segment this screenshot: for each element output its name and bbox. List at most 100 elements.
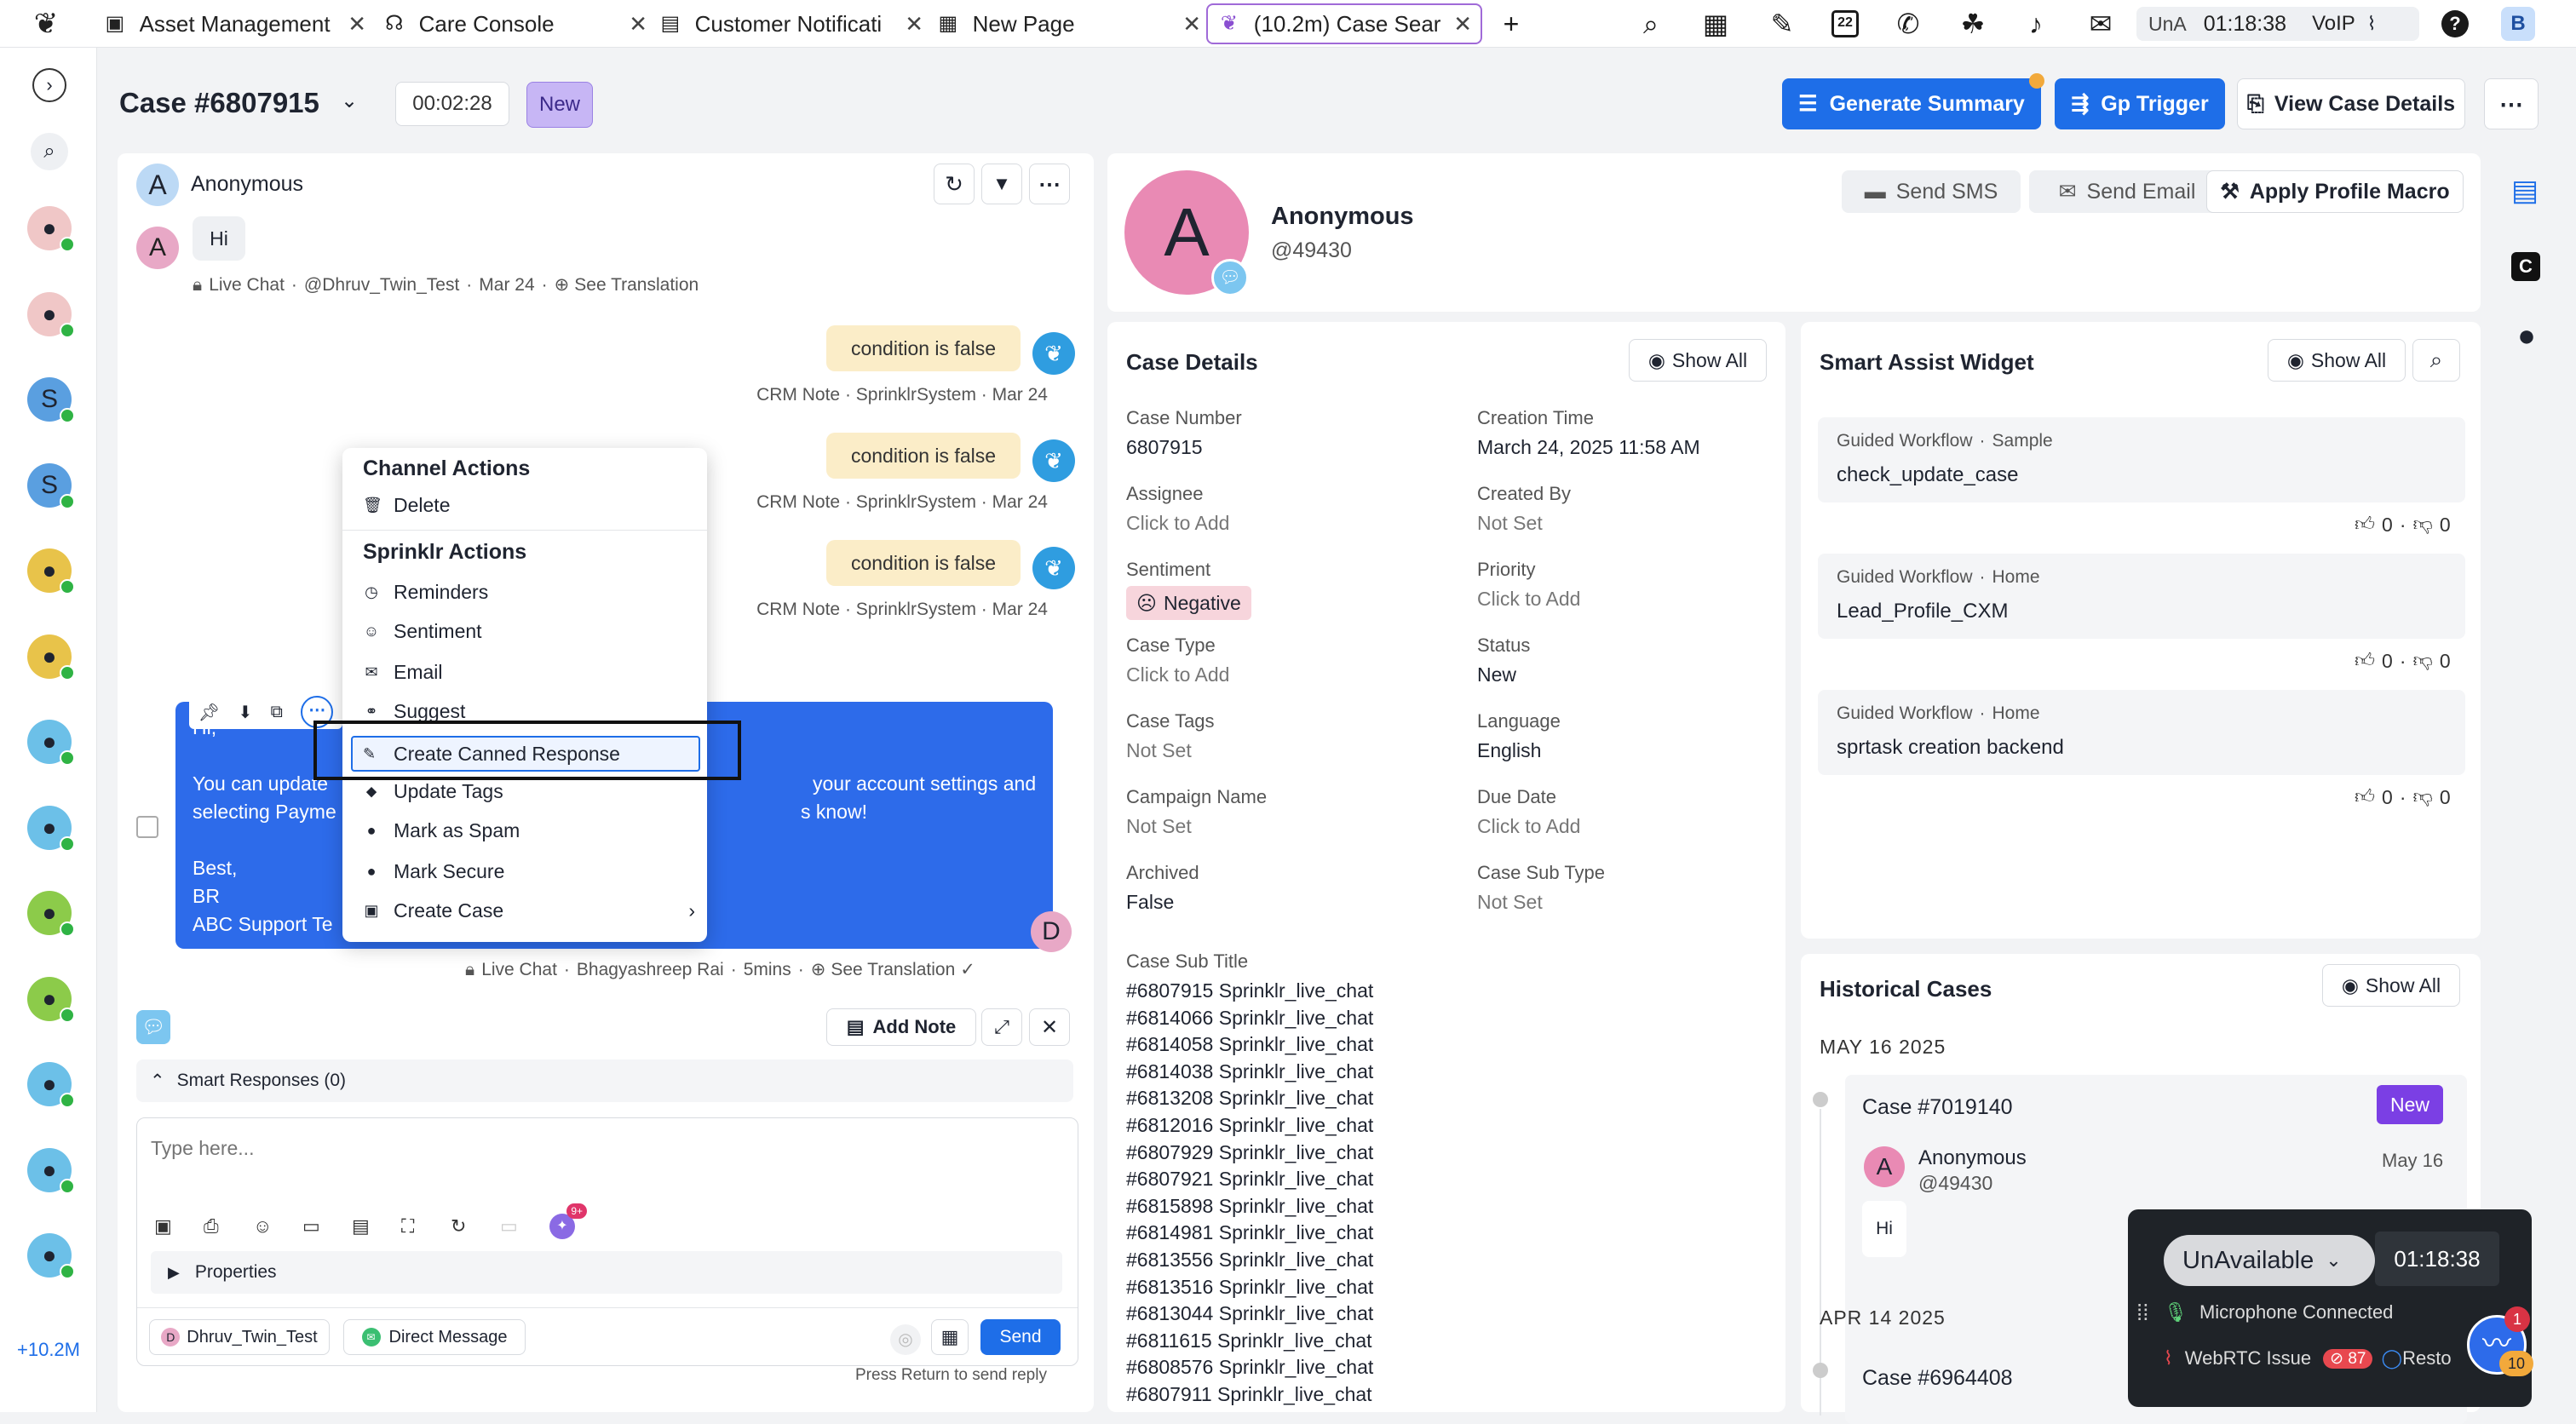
rail-avatar[interactable]: ● [27,976,75,1023]
pin-icon[interactable]: 📌︎ [198,702,220,723]
close-icon[interactable]: ✕ [1029,1008,1070,1046]
person-icon[interactable]: ● [2510,319,2544,353]
rail-count[interactable]: +10.2M [0,1339,97,1361]
user-avatar[interactable]: B [2501,7,2535,41]
gp-trigger-button[interactable]: ⇶ Gp Trigger [2055,78,2225,129]
see-translation-link[interactable]: See Translation [574,275,699,296]
attachment-icon[interactable]: ⎙ [204,1215,253,1237]
status-pill[interactable]: UnA 01:18:38 VoIP ⌇ [2136,7,2419,41]
tab-asset-management[interactable]: ▣ Asset Management ✕ [102,3,366,44]
expand-icon[interactable]: ⤢ [981,1008,1022,1046]
archive-icon[interactable]: ⬇ [238,702,252,723]
field-value[interactable]: Not Set [1477,512,1543,535]
tab-customer-notification[interactable]: ▤ Customer Notificati ✕ [658,3,923,44]
chat-widget-icon[interactable]: ▤ [2506,174,2544,211]
contact-card-icon[interactable]: C [2511,252,2540,281]
chat-bot-icon[interactable]: 💬︎ [136,1010,170,1044]
close-icon[interactable]: ✕ [348,11,366,37]
guided-workflow-card[interactable]: Guided Workflow · Home Lead_Profile_CXM [1818,554,2465,639]
menu-item-reminders[interactable]: ◷ Reminders [363,581,488,604]
field-value[interactable]: Not Set [1126,739,1192,762]
refresh-button[interactable]: ↻ [934,164,975,204]
menu-item-mark-as-spam[interactable]: ● Mark as Spam [363,819,520,842]
field-value[interactable]: Click to Add [1126,663,1229,686]
bell-icon[interactable]: ♪ [2019,7,2053,41]
copy-icon[interactable]: ⧉ [271,703,283,722]
more-options-button[interactable]: ⋯ [1029,164,1070,204]
drag-handle-icon[interactable]: ⁞⁞ [2136,1300,2148,1326]
thumbs-down-icon[interactable]: 👎︎ [2413,513,2433,537]
historical-show-all-button[interactable]: ◉ Show All [2322,964,2460,1007]
sentiment-badge[interactable]: ☹ Negative [1126,586,1251,620]
search-button[interactable]: ⌕ [2412,339,2460,382]
tab-case-search[interactable]: ❦ (10.2m) Case Sear ✕ [1206,3,1482,44]
ai-assist-icon[interactable]: ✦ 9+ [549,1203,587,1239]
availability-dropdown[interactable]: UnAvailable ⌄ [2164,1235,2375,1286]
rail-avatar[interactable]: S [27,462,75,509]
reply-input[interactable] [151,1128,1054,1168]
gif-icon[interactable]: ▭ [302,1215,352,1237]
messenger-icon[interactable]: ✉ [2084,7,2118,41]
rail-avatar[interactable]: ● [27,805,75,852]
menu-item-delete[interactable]: 🗑︎ Delete [363,494,450,517]
tab-new-page[interactable]: ▦ New Page ✕ [935,3,1201,44]
rail-avatar[interactable]: ● [27,548,75,594]
filter-button[interactable]: ▼ [981,164,1022,204]
search-icon[interactable]: ⌕ [1634,7,1668,41]
rail-avatar[interactable]: ● [27,891,75,937]
sprinklr-logo[interactable]: ❦ [26,7,66,41]
menu-item-mark-secure[interactable]: ● Mark Secure [363,860,505,883]
thumbs-up-icon[interactable]: 👍︎ [2355,649,2375,673]
thumbs-down-icon[interactable]: 👎︎ [2413,649,2433,673]
field-value[interactable]: Click to Add [1477,588,1580,611]
tab-care-console[interactable]: ☊ Care Console ✕ [382,3,647,44]
send-sms-button[interactable]: ▬ Send SMS [1842,170,2021,213]
send-email-button[interactable]: ✉ Send Email [2029,170,2225,213]
emoji-icon[interactable]: ☺ [253,1215,302,1237]
generate-summary-button[interactable]: ☰ Generate Summary [1782,78,2041,129]
rail-avatar[interactable]: ● [27,1147,75,1194]
rail-avatar[interactable]: ● [27,206,75,252]
field-value[interactable]: Click to Add [1477,815,1580,838]
close-icon[interactable]: ✕ [1453,11,1472,37]
thumbs-up-icon[interactable]: 👍︎ [2355,513,2375,537]
account-selector[interactable]: D Dhruv_Twin_Test [149,1319,330,1355]
refresh-icon[interactable]: ↻ [451,1215,500,1237]
thumbs-down-icon[interactable]: 👎︎ [2413,785,2433,809]
field-value[interactable]: Not Set [1126,815,1192,838]
select-checkbox[interactable] [136,816,158,838]
view-case-details-button[interactable]: ⎘ View Case Details [2237,78,2465,129]
add-tab-icon[interactable]: + [1494,7,1528,41]
apply-profile-macro-button[interactable]: ⚒ Apply Profile Macro [2206,170,2464,213]
compose-icon[interactable]: ✎ [1765,7,1799,41]
close-icon[interactable]: ✕ [629,11,647,37]
case-details-show-all-button[interactable]: ◉ Show All [1629,339,1767,382]
field-value[interactable]: Click to Add [1126,512,1229,535]
properties-toggle[interactable]: ▶ Properties [151,1251,1062,1294]
help-icon[interactable]: ? [2438,7,2472,41]
add-note-button[interactable]: ▤ Add Note [826,1008,976,1046]
rail-avatar[interactable]: S [27,377,75,423]
more-options-button[interactable]: ⋯ [2484,78,2539,129]
guided-workflow-card[interactable]: Guided Workflow · Home sprtask creation bac… [1818,690,2465,775]
smart-responses-toggle[interactable]: ⌃ Smart Responses (0) [136,1059,1073,1102]
menu-item-suggest[interactable]: ⚭ Suggest [363,700,465,723]
menu-item-create-case[interactable]: ▣ Create Case › [363,899,695,922]
menu-item-email[interactable]: ✉ Email [363,661,442,684]
see-translation-link[interactable]: See Translation [831,960,955,980]
send-button[interactable]: Send [980,1319,1061,1355]
rail-avatar[interactable]: ● [27,634,75,680]
calendar-icon[interactable]: 22 [1828,7,1862,41]
smart-assist-show-all-button[interactable]: ◉ Show All [2268,339,2406,382]
menu-item-sentiment[interactable]: ☺ Sentiment [363,620,482,643]
field-value[interactable]: Not Set [1477,891,1543,914]
thumbs-up-icon[interactable]: 👍︎ [2355,785,2375,809]
screenshot-icon[interactable]: ⛶ [401,1215,451,1237]
schedule-button[interactable]: ▦ [931,1319,969,1355]
format-icon[interactable]: ▣ [154,1215,204,1237]
rail-avatar[interactable]: ● [27,720,75,766]
phone-icon[interactable]: ✆ [1891,7,1925,41]
expand-icon[interactable]: › [32,68,66,102]
close-icon[interactable]: ✕ [905,11,923,37]
channel-selector[interactable]: ✉ Direct Message [343,1319,526,1355]
